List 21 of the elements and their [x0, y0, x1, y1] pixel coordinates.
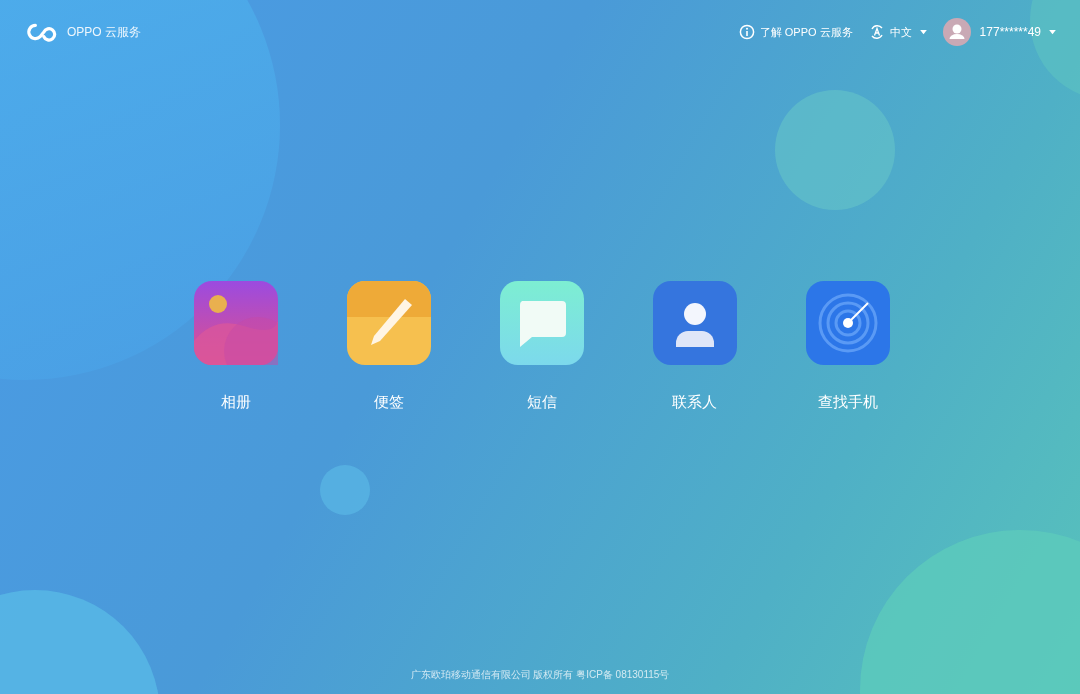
- caret-icon: [1049, 29, 1056, 35]
- language-icon: [868, 24, 885, 40]
- copyright-text: 广东欧珀移动通信有限公司 版权所有 粤ICP备 08130115号: [410, 668, 670, 682]
- app-label[interactable]: 短信: [526, 393, 557, 412]
- avatar-icon: [942, 18, 971, 46]
- app-label[interactable]: 便签: [373, 393, 404, 412]
- info-icon: [738, 24, 755, 40]
- radar-icon[interactable]: [805, 281, 890, 365]
- notepad-pencil-icon[interactable]: [346, 281, 431, 365]
- brand-name: OPPO 云服务: [67, 23, 141, 41]
- language-dropdown[interactable]: 中文: [868, 24, 927, 40]
- gallery-icon[interactable]: [193, 281, 278, 365]
- app-label[interactable]: 查找手机: [817, 393, 878, 412]
- caret-icon: [919, 29, 927, 35]
- about-link[interactable]: 了解 OPPO 云服务: [738, 24, 853, 40]
- app-label[interactable]: 相册: [220, 393, 251, 412]
- account-dropdown[interactable]: 177******49: [942, 18, 1056, 46]
- chat-bubble-icon[interactable]: [499, 281, 584, 365]
- person-icon[interactable]: [652, 281, 737, 365]
- infinity-logo-icon[interactable]: [25, 21, 59, 43]
- app-label[interactable]: 联系人: [672, 393, 717, 412]
